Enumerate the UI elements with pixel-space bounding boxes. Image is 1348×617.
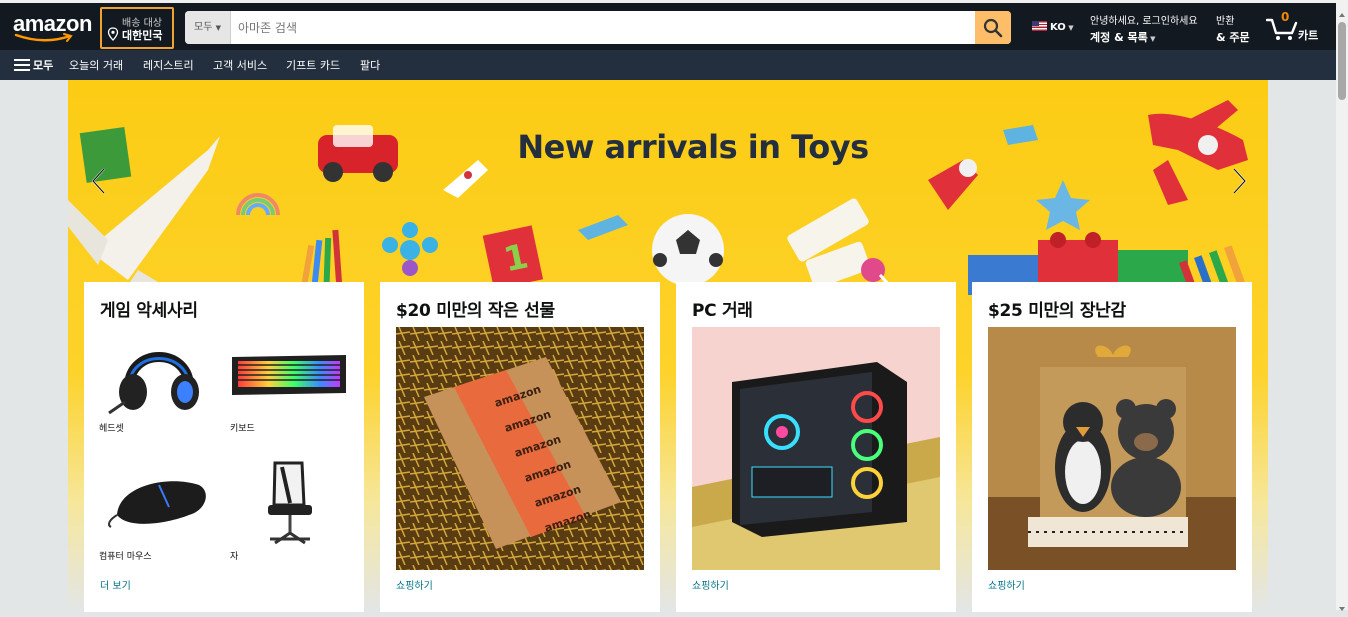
account-menu[interactable]: 안녕하세요, 로그인하세요 계정 & 목록 ▼ <box>1090 12 1198 45</box>
cart-icon <box>1266 18 1298 40</box>
scroll-down-icon[interactable] <box>1338 598 1346 611</box>
card-item-headset[interactable]: 헤드셋 <box>99 327 217 434</box>
scrollbar-thumb[interactable] <box>1338 22 1346 100</box>
search-icon <box>983 18 1003 38</box>
search-input[interactable] <box>231 11 975 44</box>
cart-label: 카트 <box>1298 29 1319 42</box>
card-gaming-accessories: 게임 악세사리 헤드셋 키보드 컴퓨터 마우스 자 더 보기 <box>84 282 364 612</box>
card-item-label: 컴퓨터 마우스 <box>99 552 152 562</box>
returns-orders-link[interactable]: 반환 & 주문 <box>1216 12 1250 45</box>
shop-now-link[interactable]: 쇼핑하기 <box>692 577 729 592</box>
chevron-right-icon <box>1233 168 1247 194</box>
carousel-next-button[interactable] <box>1226 166 1252 196</box>
search-bar: 모두 ▼ <box>185 11 1011 44</box>
subnav-item-registry[interactable]: 레지스트리 <box>143 57 194 73</box>
card-title: $20 미만의 작은 선물 <box>396 301 555 321</box>
chevron-left-icon <box>91 168 105 194</box>
language-code: KO <box>1050 22 1066 33</box>
top-nav: amazon 배송 대상 대한민국 모두 ▼ KO ▼ 안녕하세요, 로그인하 <box>0 0 1336 50</box>
account-greeting: 안녕하세요, 로그인하세요 <box>1090 16 1198 27</box>
pc-case-image[interactable] <box>692 327 940 570</box>
all-menu-label: 모두 <box>33 59 54 72</box>
card-item-chair[interactable]: 자 <box>230 455 348 562</box>
card-toys-under-25: $25 미만의 장난감 쇼핑하기 <box>972 282 1252 612</box>
mouse-image <box>99 455 217 547</box>
chair-image <box>230 455 348 547</box>
sub-nav: 모두 오늘의 거래 레지스트리 고객 서비스 기프트 카드 팔다 <box>0 50 1336 80</box>
search-category-select[interactable]: 모두 ▼ <box>185 11 231 44</box>
amazon-box-image[interactable]: amazon amazon amazon amazon amazon amazo… <box>396 327 644 570</box>
smile-arrow-icon <box>14 33 73 42</box>
amazon-logo[interactable]: amazon <box>10 11 96 45</box>
card-item-label: 헤드셋 <box>99 424 124 434</box>
returns-label: 반환 <box>1216 16 1235 27</box>
card-title: $25 미만의 장난감 <box>988 301 1126 321</box>
card-title: 게임 악세사리 <box>100 301 198 321</box>
all-menu-button[interactable]: 모두 <box>14 57 53 73</box>
subnav-item-customer-service[interactable]: 고객 서비스 <box>213 57 267 73</box>
hero-title: New arrivals in Toys <box>517 128 869 166</box>
hamburger-icon <box>14 59 30 71</box>
language-selector[interactable]: KO ▼ <box>1032 21 1074 33</box>
card-title: PC 거래 <box>692 301 753 321</box>
search-category-label: 모두 <box>194 22 213 33</box>
scroll-up-icon[interactable] <box>1338 4 1346 17</box>
see-more-link[interactable]: 더 보기 <box>100 577 131 592</box>
subnav-item-gift-cards[interactable]: 기프트 카드 <box>286 57 340 73</box>
card-item-label: 키보드 <box>230 424 255 434</box>
deliver-to-button[interactable]: 배송 대상 대한민국 <box>100 7 174 49</box>
headset-image <box>99 327 217 419</box>
chevron-down-icon: ▼ <box>215 24 221 32</box>
account-lists-label: 계정 & 목록 <box>1090 31 1148 44</box>
card-pc-deals: PC 거래 쇼핑하기 <box>676 282 956 612</box>
shop-now-link[interactable]: 쇼핑하기 <box>396 577 433 592</box>
shop-now-link[interactable]: 쇼핑하기 <box>988 577 1025 592</box>
orders-label: & 주문 <box>1216 31 1250 44</box>
page-scrollbar[interactable] <box>1336 0 1348 611</box>
card-item-keyboard[interactable]: 키보드 <box>230 327 348 434</box>
plush-toys-image[interactable] <box>988 327 1236 570</box>
card-item-mouse[interactable]: 컴퓨터 마우스 <box>99 455 217 562</box>
location-pin-icon <box>107 27 119 41</box>
deliver-to-country: 대한민국 <box>122 29 163 42</box>
cart-button[interactable]: 0 카트 <box>1266 10 1326 44</box>
search-button[interactable] <box>975 11 1011 44</box>
keyboard-image <box>230 327 348 419</box>
us-flag-icon <box>1032 21 1047 31</box>
chevron-down-icon: ▼ <box>1147 35 1156 43</box>
chevron-down-icon: ▼ <box>1065 24 1074 32</box>
subnav-item-todays-deals[interactable]: 오늘의 거래 <box>69 57 123 73</box>
card-item-label: 자 <box>230 552 239 562</box>
subnav-item-sell[interactable]: 팔다 <box>360 57 380 73</box>
carousel-prev-button[interactable] <box>88 166 114 196</box>
card-small-gifts: $20 미만의 작은 선물 amazon amazon amazon amazo… <box>380 282 660 612</box>
